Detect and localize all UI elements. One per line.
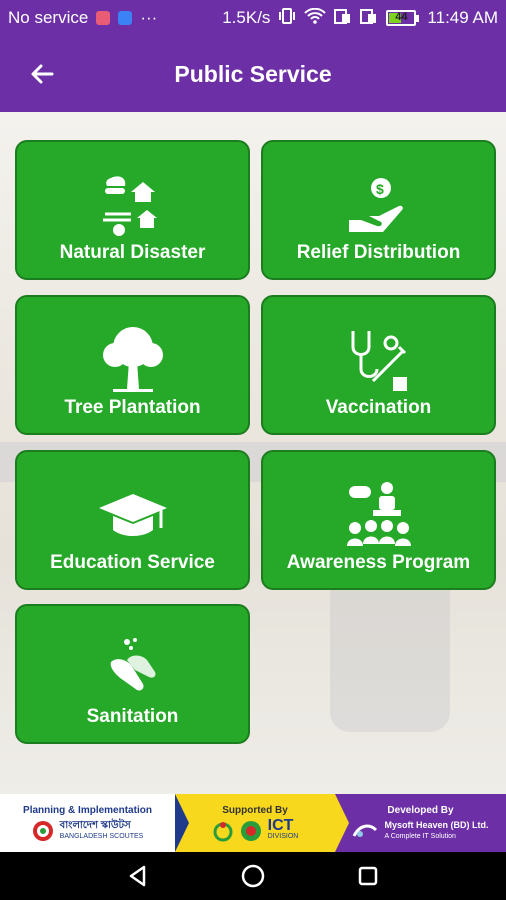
service-card-natural-disaster[interactable]: Natural Disaster [15,140,250,280]
page-title: Public Service [174,60,332,87]
a2i-logo-icon [213,821,233,841]
planning-caption: Planning & Implementation [23,804,152,816]
government-seal-icon [240,820,261,841]
service-label: Natural Disaster [59,242,206,263]
service-label: Vaccination [325,397,432,418]
service-card-education-service[interactable]: Education Service [15,450,250,590]
service-label: Sanitation [86,706,179,727]
battery-icon: 44 [386,10,420,26]
developed-caption: Developed By [387,804,454,816]
relief-hand-coin-icon: $ [343,170,415,242]
ict-logo-text: ICT [267,816,294,834]
service-card-relief-distribution[interactable]: $ Relief Distribution [261,140,496,280]
service-card-awareness-program[interactable]: Awareness Program [261,450,496,590]
wifi-icon [304,7,327,29]
scouts-name-en: BANGLADESH SCOUTES [59,832,144,840]
app-bar: Public Service [0,36,506,112]
speaker-audience-icon [343,480,415,552]
back-triangle-icon[interactable] [124,862,152,890]
service-card-tree-plantation[interactable]: Tree Plantation [15,295,250,435]
home-circle-icon[interactable] [239,862,267,890]
vibrate-icon [278,7,296,29]
network-speed: 1.5K/s [222,8,271,27]
scouts-name-bn: বাংলাদেশ স্কাউটস [59,819,131,831]
notification-app-icon [96,11,111,25]
supported-caption: Supported By [222,804,288,816]
carrier-text: No service [8,8,89,27]
service-label: Tree Plantation [64,397,201,418]
stethoscope-syringe-icon [343,325,415,397]
tree-icon [97,325,169,397]
sponsor-banner: Planning & Implementation বাংলাদেশ স্কাউ… [0,794,506,852]
service-label: Education Service [50,552,215,573]
mysoft-logo-icon [353,824,378,837]
service-card-vaccination[interactable]: Vaccination [261,295,496,435]
clock: 11:49 AM [427,8,498,27]
recents-square-icon[interactable] [354,862,382,890]
developer-tagline: A Complete IT Solution [384,832,456,840]
status-bar: No service ··· 1.5K/s 44 11:49 AM [0,0,506,36]
service-label: Relief Distribution [296,242,461,263]
service-label: Awareness Program [286,552,471,573]
supporter: Supported By ICT DIVISION [175,794,349,852]
natural-disaster-icon [97,170,169,242]
notification-app-icon [118,11,133,25]
ict-division-text: DIVISION [267,832,299,840]
developer: Developed By Mysoft Heaven (BD) Ltd. A C… [335,794,506,852]
planning-partner: Planning & Implementation বাংলাদেশ স্কাউ… [0,794,189,852]
service-card-sanitation[interactable]: Sanitation [15,604,250,744]
service-grid: Natural Disaster $ Relief Distribution T… [0,112,506,794]
graduation-cap-icon [97,480,169,552]
sim-icon [334,8,352,29]
more-notifications-icon: ··· [140,8,158,27]
system-nav-bar [0,852,506,900]
svg-text:$: $ [376,181,384,197]
hand-washing-icon [97,634,169,706]
arrow-left-icon[interactable] [26,58,58,90]
scouts-logo-icon [32,820,53,841]
developer-name: Mysoft Heaven (BD) Ltd. [384,819,489,830]
battery-percent: 44 [395,11,408,23]
sim-icon [360,8,378,29]
